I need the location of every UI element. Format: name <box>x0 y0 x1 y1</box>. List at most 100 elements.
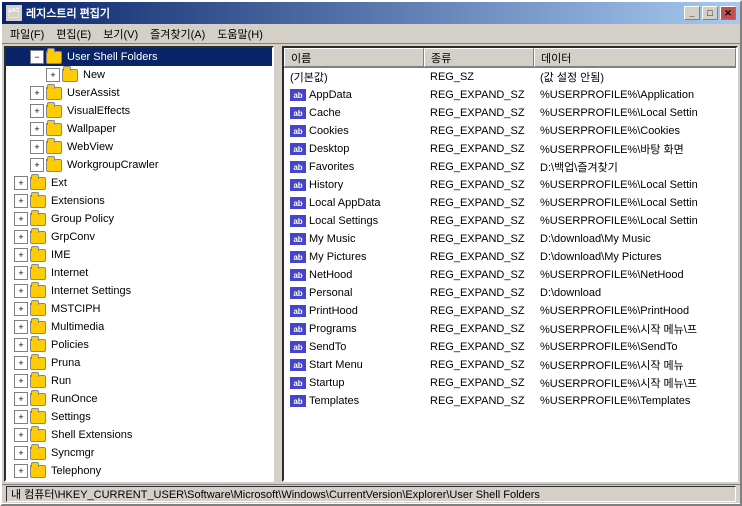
reg-name-text: Start Menu <box>309 359 363 371</box>
tree-expander-runonce[interactable]: + <box>14 392 28 406</box>
tree-expander-userassist[interactable]: + <box>30 86 44 100</box>
tree-label-mstciph: MSTCIPH <box>51 303 101 315</box>
list-row[interactable]: abMy PicturesREG_EXPAND_SZD:\download\My… <box>284 248 736 266</box>
tree-expander-ext[interactable]: + <box>14 176 28 190</box>
tree-expander-group-policy[interactable]: + <box>14 212 28 226</box>
tree-label-grpconv: GrpConv <box>51 231 95 243</box>
list-row[interactable]: abPrintHoodREG_EXPAND_SZ%USERPROFILE%\Pr… <box>284 302 736 320</box>
pane-divider[interactable] <box>276 46 280 482</box>
list-row[interactable]: abTemplatesREG_EXPAND_SZ%USERPROFILE%\Te… <box>284 392 736 410</box>
tree-expander-extensions[interactable]: + <box>14 194 28 208</box>
tree-item-mstciph[interactable]: + MSTCIPH <box>6 300 272 318</box>
menu-item-a[interactable]: 즐겨찾기(A) <box>144 24 211 44</box>
tree-item-new[interactable]: +New <box>6 66 272 84</box>
tree-item-policies[interactable]: +Policies <box>6 336 272 354</box>
tree-item-user-shell-folders[interactable]: −User Shell Folders <box>6 48 272 66</box>
tree-item-internet-settings[interactable]: + Internet Settings <box>6 282 272 300</box>
tree-expander-multimedia[interactable]: + <box>14 320 28 334</box>
reg-name-text: My Pictures <box>309 251 366 263</box>
tree-expander-wallpaper[interactable]: + <box>30 122 44 136</box>
list-row[interactable]: abStartupREG_EXPAND_SZ%USERPROFILE%\시작 메… <box>284 374 736 392</box>
list-row[interactable]: abCookiesREG_EXPAND_SZ%USERPROFILE%\Cook… <box>284 122 736 140</box>
tree-expander-mstciph[interactable]: + <box>14 302 28 316</box>
list-row[interactable]: abStart MenuREG_EXPAND_SZ%USERPROFILE%\시… <box>284 356 736 374</box>
tree-item-pruna[interactable]: +Pruna <box>6 354 272 372</box>
menu-item-f[interactable]: 파일(F) <box>4 24 50 44</box>
cell-name: abPrograms <box>284 322 424 336</box>
reg-value-icon: ab <box>290 179 306 191</box>
tree-item-runonce[interactable]: +RunOnce <box>6 390 272 408</box>
tree-item-visualeffects[interactable]: +VisualEffects <box>6 102 272 120</box>
cell-name: abNetHood <box>284 268 424 282</box>
tree-expander-run[interactable]: + <box>14 374 28 388</box>
close-button[interactable]: ✕ <box>720 6 736 20</box>
tree-expander-policies[interactable]: + <box>14 338 28 352</box>
cell-data: %USERPROFILE%\Local Settin <box>534 196 736 210</box>
menu-item-e[interactable]: 편집(E) <box>50 24 97 44</box>
tree-item-grpconv[interactable]: + GrpConv <box>6 228 272 246</box>
list-row[interactable]: abMy MusicREG_EXPAND_SZD:\download\My Mu… <box>284 230 736 248</box>
list-row[interactable]: abPersonalREG_EXPAND_SZD:\download <box>284 284 736 302</box>
list-row[interactable]: abLocal SettingsREG_EXPAND_SZ%USERPROFIL… <box>284 212 736 230</box>
maximize-button[interactable]: □ <box>702 6 718 20</box>
tree-expander-grpconv[interactable]: + <box>14 230 28 244</box>
tree-item-shell-extensions[interactable]: +Shell Extensions <box>6 426 272 444</box>
tree-expander-visualeffects[interactable]: + <box>30 104 44 118</box>
tree-item-wallpaper[interactable]: +Wallpaper <box>6 120 272 138</box>
tree-expander-ime[interactable]: + <box>14 248 28 262</box>
cell-data: %USERPROFILE%\시작 메뉴 <box>534 356 736 374</box>
list-row[interactable]: abHistoryREG_EXPAND_SZ%USERPROFILE%\Loca… <box>284 176 736 194</box>
tree-label-internet-settings: Internet Settings <box>51 285 131 297</box>
tree-item-ext[interactable]: + Ext <box>6 174 272 192</box>
tree-content[interactable]: −User Shell Folders+New+UserAssist+Visua… <box>6 48 272 480</box>
tree-item-ime[interactable]: +IME <box>6 246 272 264</box>
tree-expander-shell-extensions[interactable]: + <box>14 428 28 442</box>
tree-expander-webview[interactable]: + <box>30 140 44 154</box>
tree-item-webview[interactable]: +WebView <box>6 138 272 156</box>
tree-item-userassist[interactable]: +UserAssist <box>6 84 272 102</box>
reg-value-icon: ab <box>290 107 306 119</box>
tree-expander-pruna[interactable]: + <box>14 356 28 370</box>
col-header-data[interactable]: 데이터 <box>534 48 736 67</box>
list-row[interactable]: abCacheREG_EXPAND_SZ%USERPROFILE%\Local … <box>284 104 736 122</box>
tree-expander-user-shell-folders[interactable]: − <box>30 50 44 64</box>
col-header-type[interactable]: 종류 <box>424 48 534 67</box>
tree-expander-settings[interactable]: + <box>14 410 28 424</box>
folder-icon-pruna <box>30 357 46 370</box>
tree-expander-workgroupcrawler[interactable]: + <box>30 158 44 172</box>
list-row[interactable]: abNetHoodREG_EXPAND_SZ%USERPROFILE%\NetH… <box>284 266 736 284</box>
tree-expander-new[interactable]: + <box>46 68 60 82</box>
tree-expander-internet-settings[interactable]: + <box>14 284 28 298</box>
list-row[interactable]: abDesktopREG_EXPAND_SZ%USERPROFILE%\바탕 화… <box>284 140 736 158</box>
list-row[interactable]: abProgramsREG_EXPAND_SZ%USERPROFILE%\시작 … <box>284 320 736 338</box>
minimize-button[interactable]: _ <box>684 6 700 20</box>
tree-item-run[interactable]: +Run <box>6 372 272 390</box>
tree-label-group-policy: Group Policy <box>51 213 114 225</box>
tree-item-internet[interactable]: +Internet <box>6 264 272 282</box>
list-row[interactable]: abAppDataREG_EXPAND_SZ%USERPROFILE%\Appl… <box>284 86 736 104</box>
list-row[interactable]: abLocal AppDataREG_EXPAND_SZ%USERPROFILE… <box>284 194 736 212</box>
reg-value-icon: ab <box>290 395 306 407</box>
list-row[interactable]: abFavoritesREG_EXPAND_SZD:\백업\즐겨찾기 <box>284 158 736 176</box>
tree-item-group-policy[interactable]: + Group Policy <box>6 210 272 228</box>
list-row[interactable]: abSendToREG_EXPAND_SZ%USERPROFILE%\SendT… <box>284 338 736 356</box>
tree-expander-internet[interactable]: + <box>14 266 28 280</box>
list-content[interactable]: (기본값)REG_SZ(값 설정 안됨)abAppDataREG_EXPAND_… <box>284 68 736 480</box>
tree-item-workgroupcrawler[interactable]: +WorkgroupCrawler <box>6 156 272 174</box>
cell-type: REG_EXPAND_SZ <box>424 304 534 318</box>
tree-item-settings[interactable]: +Settings <box>6 408 272 426</box>
menu-item-h[interactable]: 도움말(H) <box>211 24 269 44</box>
folder-icon-workgroupcrawler <box>46 159 62 172</box>
tree-item-syncmgr[interactable]: +Syncmgr <box>6 444 272 462</box>
tree-item-multimedia[interactable]: +Multimedia <box>6 318 272 336</box>
tree-item-telephony[interactable]: +Telephony <box>6 462 272 480</box>
tree-item-extensions[interactable]: +Extensions <box>6 192 272 210</box>
tree-label-ext: Ext <box>51 177 67 189</box>
menu-item-v[interactable]: 보기(V) <box>97 24 144 44</box>
reg-name-text: AppData <box>309 89 352 101</box>
list-row[interactable]: (기본값)REG_SZ(값 설정 안됨) <box>284 68 736 86</box>
cell-name: abTemplates <box>284 394 424 408</box>
col-header-name[interactable]: 이름 <box>284 48 424 67</box>
tree-expander-telephony[interactable]: + <box>14 464 28 478</box>
tree-expander-syncmgr[interactable]: + <box>14 446 28 460</box>
